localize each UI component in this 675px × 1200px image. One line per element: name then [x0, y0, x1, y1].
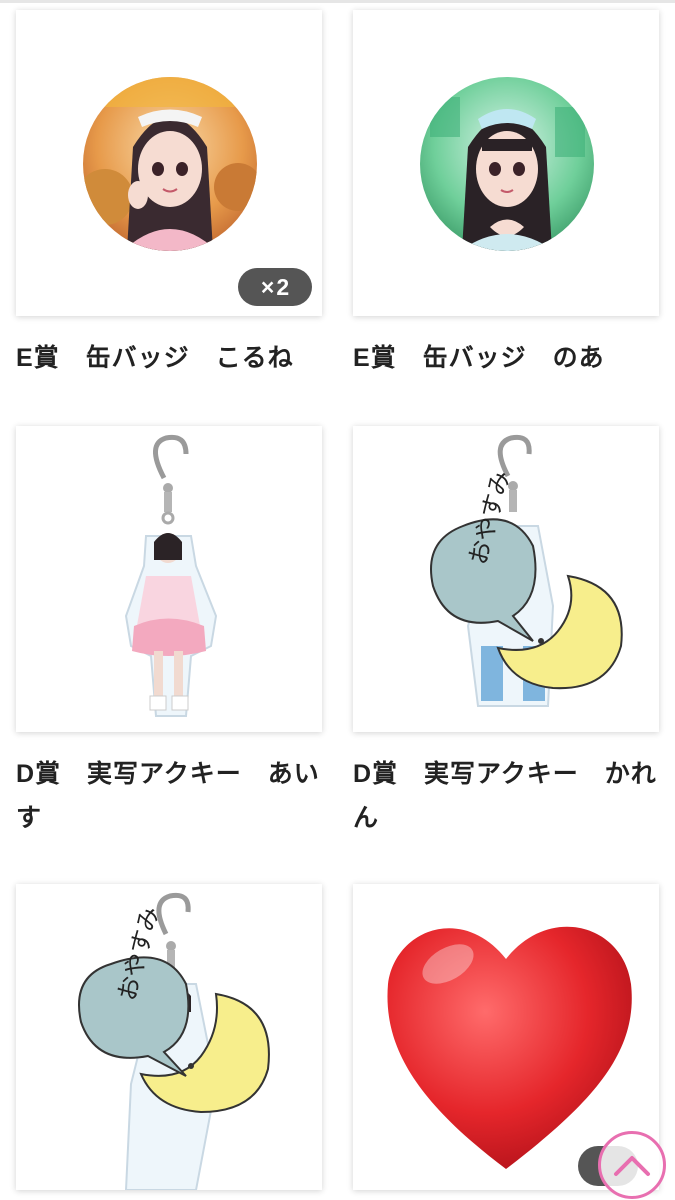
keyring-icon: [497, 434, 532, 478]
product-card[interactable]: E賞 缶バッジ のあ: [353, 10, 659, 380]
can-badge-photo: [420, 77, 594, 251]
product-image[interactable]: × 2: [16, 10, 322, 316]
product-card[interactable]: × 2 E賞 缶バッジ こるね: [16, 10, 322, 380]
scroll-to-top-button[interactable]: [598, 1131, 666, 1199]
keyring-icon: [153, 434, 189, 480]
acrylic-keychain-art: [124, 434, 218, 717]
multiply-symbol: ×: [260, 273, 275, 300]
product-card[interactable]: おやすみ: [16, 884, 322, 1190]
product-image[interactable]: おやすみ: [16, 884, 322, 1190]
can-badge-photo: [83, 77, 257, 251]
product-card[interactable]: おやすみ D賞 実写アクキー かれん: [353, 426, 659, 840]
product-title[interactable]: D賞 実写アクキー あいす: [16, 752, 322, 840]
acrylic-keychain-art: おやすみ: [430, 434, 623, 707]
product-title[interactable]: E賞 缶バッジ のあ: [353, 336, 659, 380]
product-title[interactable]: E賞 缶バッジ こるね: [16, 336, 322, 380]
top-divider: [0, 0, 675, 3]
product-image[interactable]: [16, 426, 322, 732]
product-image[interactable]: [353, 10, 659, 316]
chevron-up-icon: [614, 1156, 650, 1176]
quantity-count: 2: [276, 273, 290, 300]
quantity-badge: × 2: [238, 268, 312, 306]
product-image[interactable]: おやすみ: [353, 426, 659, 732]
acrylic-keychain-art: おやすみ: [78, 892, 270, 1190]
product-title[interactable]: D賞 実写アクキー かれん: [353, 752, 659, 840]
product-card[interactable]: D賞 実写アクキー あいす: [16, 426, 322, 840]
